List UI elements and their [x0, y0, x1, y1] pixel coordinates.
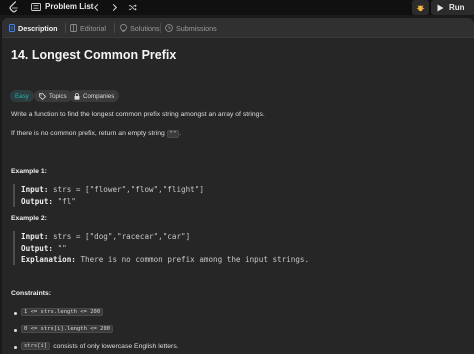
description-text: .: [179, 130, 182, 137]
problem-list-link[interactable]: Problem List: [45, 1, 93, 13]
explanation-label: Explanation:: [21, 255, 76, 264]
tab-divider: [114, 23, 115, 33]
output-label: Output:: [21, 196, 54, 206]
tab-solutions[interactable]: Solutions: [120, 22, 160, 34]
tab-submissions[interactable]: Submissions: [165, 22, 217, 34]
shuffle-icon: [128, 4, 137, 10]
problem-title: 14. Longest Common Prefix: [11, 48, 177, 62]
tab-solutions-label: Solutions: [130, 23, 160, 33]
chevron-left-icon: [93, 3, 98, 11]
tab-divider: [160, 23, 161, 33]
description-paragraph: If there is no common prefix, return an …: [11, 130, 182, 138]
example-output-line: Output: "fl": [21, 196, 204, 208]
example-input-line: Input: strs = ["flower","flow","flight"]: [21, 184, 204, 196]
input-label: Input:: [21, 232, 49, 241]
tag-icon: [39, 92, 46, 100]
example-block: Input: strs = ["dog","racecar","car"] Ou…: [13, 231, 309, 265]
tab-divider: [65, 23, 66, 33]
constraint-item: 0 <= strs[i].length <= 200: [21, 325, 114, 333]
input-value: strs = ["flower","flow","flight"]: [53, 185, 204, 194]
description-text: If there is no common prefix, return an …: [11, 130, 165, 137]
tab-submissions-label: Submissions: [176, 23, 217, 33]
tab-editorial[interactable]: Editorial: [70, 22, 106, 34]
run-label: Run: [449, 3, 465, 12]
bullet-dot: [14, 329, 17, 332]
example-output-line: Output: "": [21, 243, 309, 255]
tab-description[interactable]: Description: [9, 22, 58, 34]
next-problem-button[interactable]: [108, 1, 120, 13]
constraint-code: 1 <= strs.length <= 200: [21, 308, 104, 316]
solutions-icon: [120, 24, 127, 32]
top-bar: Problem List Run: [0, 0, 474, 15]
constraint-code: strs[i]: [21, 342, 51, 350]
constraint-text: consists of only lowercase English lette…: [53, 342, 179, 350]
companies-button[interactable]: Companies: [69, 90, 120, 102]
companies-label: Companies: [83, 92, 115, 100]
editorial-icon: [70, 24, 77, 32]
topics-button[interactable]: Topics: [34, 90, 72, 102]
inline-code: "": [166, 130, 180, 138]
example-input-line: Input: strs = ["dog","racecar","car"]: [21, 231, 309, 243]
example-heading: Example 1:: [11, 168, 47, 175]
example-block: Input: strs = ["flower","flow","flight"]…: [13, 184, 204, 207]
example-heading: Example 2:: [11, 215, 47, 222]
bug-icon: [416, 5, 425, 12]
output-label: Output:: [21, 243, 54, 253]
description-panel: Description Editorial Solutions Submissi…: [2, 18, 474, 354]
bullet-dot: [14, 312, 17, 315]
constraints-heading: Constraints:: [11, 290, 52, 297]
lock-icon: [74, 92, 80, 100]
difficulty-badge: Easy: [10, 90, 34, 102]
problem-list-icon[interactable]: [31, 2, 41, 12]
output-value: "": [57, 243, 67, 253]
constraint-code: 0 <= strs[i].length <= 200: [21, 325, 114, 333]
chevron-right-icon: [112, 3, 117, 11]
tab-description-label: Description: [18, 23, 58, 33]
submissions-icon: [165, 24, 173, 32]
panel-tab-bar: Description Editorial Solutions Submissi…: [2, 18, 474, 38]
topics-label: Topics: [49, 92, 67, 100]
description-icon: [9, 24, 15, 32]
input-value: strs = ["dog","racecar","car"]: [53, 232, 191, 241]
bullet-dot: [14, 346, 17, 349]
output-value: "fl": [57, 196, 76, 206]
input-label: Input:: [21, 185, 49, 194]
leetcode-logo-icon[interactable]: [7, 1, 20, 14]
example-explanation-line: Explanation: There is no common prefix a…: [21, 254, 309, 266]
constraint-item: 1 <= strs.length <= 200: [21, 308, 104, 316]
tab-editorial-label: Editorial: [80, 23, 106, 33]
random-problem-button[interactable]: [126, 1, 138, 13]
play-icon: [437, 4, 444, 11]
constraint-item: strs[i] consists of only lowercase Engli…: [21, 342, 179, 350]
explanation-value: There is no common prefix among the inpu…: [80, 255, 310, 264]
description-paragraph: Write a function to find the longest com…: [11, 111, 265, 118]
prev-problem-button[interactable]: [90, 1, 102, 13]
run-button[interactable]: Run: [431, 0, 474, 15]
debug-button[interactable]: [412, 0, 429, 15]
